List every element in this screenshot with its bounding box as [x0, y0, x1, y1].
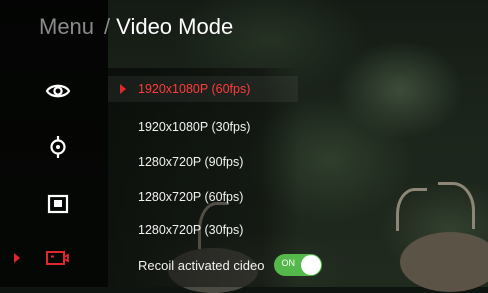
video-camera-icon — [46, 251, 69, 265]
recoil-video-toggle[interactable]: ON — [274, 254, 323, 276]
video-mode-option[interactable]: 1920x1080P (30fps) — [138, 119, 250, 135]
crosshair-icon — [50, 136, 66, 158]
sidebar-item-video[interactable] — [44, 244, 72, 272]
page-title: Video Mode — [116, 14, 234, 39]
breadcrumb-separator: / — [104, 14, 111, 39]
elk-antler-left — [396, 188, 427, 231]
eye-icon — [45, 84, 71, 98]
recoil-video-label: Recoil activated cideo — [138, 257, 265, 273]
toggle-state-text: ON — [281, 258, 295, 268]
recoil-video-setting: Recoil activated cideo ON — [138, 253, 323, 277]
video-mode-option[interactable]: 1280x720P (60fps) — [138, 189, 243, 205]
picture-in-picture-icon — [47, 194, 69, 214]
elk-silhouette-right — [400, 232, 488, 292]
breadcrumb-menu-link[interactable]: Menu — [39, 12, 94, 42]
elk-antler-right — [438, 182, 475, 229]
sidebar-item-display[interactable] — [44, 77, 72, 105]
active-section-indicator — [14, 253, 20, 263]
toggle-knob — [301, 255, 322, 275]
video-mode-option[interactable]: 1920x1080P (60fps) — [138, 81, 250, 97]
sidebar-item-reticle[interactable] — [44, 133, 72, 161]
video-mode-option[interactable]: 1280x720P (30fps) — [138, 222, 243, 238]
selection-marker — [120, 84, 126, 94]
video-mode-option[interactable]: 1280x720P (90fps) — [138, 154, 243, 170]
breadcrumb: Menu / Video Mode — [39, 12, 233, 42]
sidebar-item-picture-in-picture[interactable] — [44, 190, 72, 218]
